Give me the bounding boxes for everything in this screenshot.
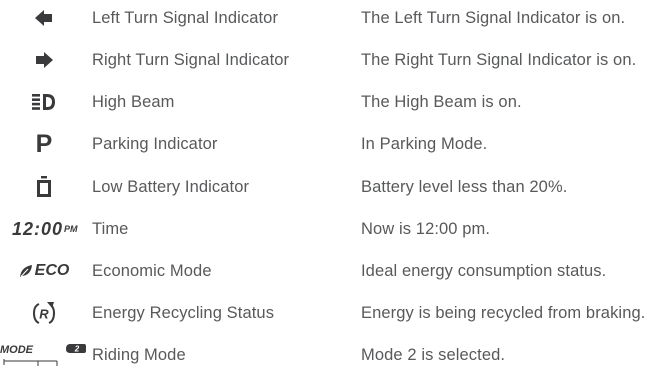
indicator-row-high-beam: High Beam The High Beam is on. — [0, 87, 669, 117]
indicator-name: High Beam — [92, 93, 175, 111]
low-battery-icon — [0, 172, 88, 202]
indicator-description: Battery level less than 20%. — [361, 178, 568, 196]
indicator-row-right-turn: Right Turn Signal Indicator The Right Tu… — [0, 45, 669, 75]
indicator-name: Left Turn Signal Indicator — [92, 9, 279, 27]
indicator-row-riding-mode: MODE 2 Riding Mode Mode 2 is selected. — [0, 340, 669, 370]
indicator-name: Economic Mode — [92, 262, 212, 280]
riding-mode-badge: 2 — [74, 345, 80, 354]
parking-icon: P — [0, 129, 88, 159]
eco-leaf-icon: ECO — [0, 256, 88, 286]
riding-mode-label: MODE — [0, 344, 34, 356]
indicator-description: Now is 12:00 pm. — [361, 220, 491, 238]
indicator-description: Mode 2 is selected. — [361, 346, 506, 364]
time-display-icon: 12:00 PM — [0, 214, 92, 244]
indicator-name: Riding Mode — [92, 346, 186, 364]
eco-icon-text: ECO — [34, 262, 70, 279]
time-display-digits: 12:00 — [12, 218, 64, 239]
indicator-description: The Right Turn Signal Indicator is on. — [361, 51, 637, 69]
indicator-row-time: 12:00 PM Time Now is 12:00 pm. — [0, 214, 669, 244]
energy-recycling-icon: R — [0, 298, 88, 328]
indicator-name: Parking Indicator — [92, 135, 218, 153]
indicator-row-parking: P Parking Indicator In Parking Mode. — [0, 129, 669, 159]
time-display-suffix: PM — [64, 224, 78, 234]
indicator-description: Energy is being recycled from braking. — [361, 304, 646, 322]
indicator-description: In Parking Mode. — [361, 135, 488, 153]
indicator-description: The Left Turn Signal Indicator is on. — [361, 9, 626, 27]
indicator-row-left-turn: Left Turn Signal Indicator The Left Turn… — [0, 3, 669, 33]
indicator-description: Ideal energy consumption status. — [361, 262, 607, 280]
indicator-row-low-battery: Low Battery Indicator Battery level less… — [0, 172, 669, 202]
right-arrow-icon — [0, 45, 88, 75]
indicator-name: Right Turn Signal Indicator — [92, 51, 290, 69]
leaf-icon — [19, 265, 32, 277]
indicator-name: Energy Recycling Status — [92, 304, 275, 322]
indicator-row-energy-recycling: R Energy Recycling Status Energy is bein… — [0, 298, 669, 328]
indicator-row-eco: ECO Economic Mode Ideal energy consumpti… — [0, 256, 669, 286]
riding-mode-icon: MODE 2 — [0, 340, 90, 370]
high-beam-icon — [0, 87, 88, 117]
parking-icon-letter: P — [35, 130, 53, 158]
indicator-table: Left Turn Signal Indicator The Left Turn… — [0, 0, 669, 368]
indicator-name: Time — [92, 220, 129, 238]
left-arrow-icon — [0, 3, 88, 33]
indicator-name: Low Battery Indicator — [92, 178, 250, 196]
energy-recycling-letter: R — [39, 307, 49, 322]
indicator-description: The High Beam is on. — [361, 93, 522, 111]
